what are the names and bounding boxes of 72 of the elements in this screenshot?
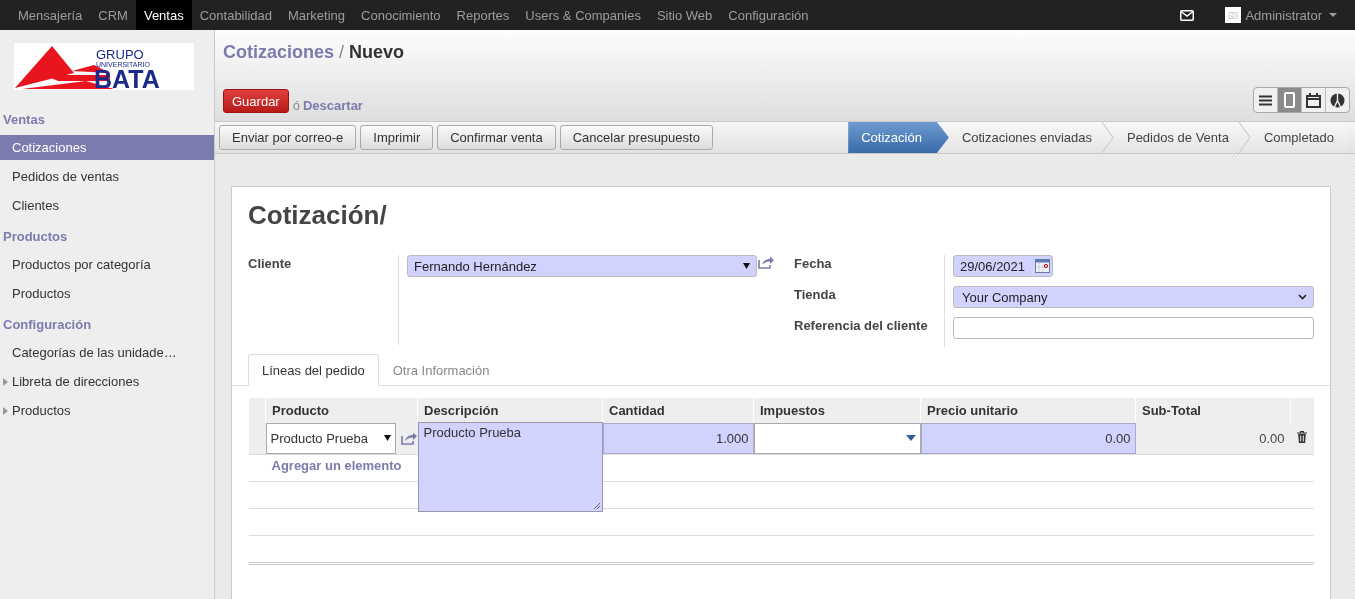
menu-tab[interactable]: Ventas: [135, 0, 192, 30]
or-text: ó: [292, 98, 300, 113]
action-button[interactable]: Confirmar venta: [437, 125, 556, 150]
column-header: Producto: [265, 398, 418, 422]
chevron-down-icon[interactable]: [1298, 294, 1307, 300]
form-tab[interactable]: Otra Información: [378, 354, 504, 386]
sidebar-heading: Configuración: [2, 316, 93, 334]
action-button[interactable]: Cancelar presupuesto: [559, 125, 713, 150]
input-field[interactable]: [953, 317, 1314, 339]
dropdown-arrow-icon[interactable]: [905, 435, 916, 441]
sidebar-item[interactable]: Productos por categoría: [0, 250, 214, 279]
table-cell: 0.00: [1135, 422, 1291, 455]
dropdown-arrow-icon[interactable]: [383, 435, 391, 441]
sidebar-item[interactable]: Pedidos de ventas: [0, 162, 214, 191]
description-field[interactable]: Producto Prueba: [417, 422, 603, 512]
add-item-link[interactable]: Agregar un elemento: [265, 455, 418, 473]
trash-icon[interactable]: [1297, 430, 1307, 443]
quantity-field[interactable]: 1.000: [602, 422, 754, 454]
sidebar-item[interactable]: Productos: [0, 279, 214, 308]
dropdown-arrow-icon[interactable]: [743, 263, 750, 269]
menu-tab[interactable]: Users & Companies: [517, 0, 649, 30]
calendar-icon[interactable]: [1306, 92, 1321, 108]
sidebar-item[interactable]: Categorías de las unidade…: [0, 338, 214, 367]
logo-text: GRUPO: [96, 47, 144, 62]
customer-field[interactable]: Fernando Hernández: [407, 255, 757, 277]
form-tab[interactable]: Líneas del pedido: [248, 354, 379, 386]
menu-tab[interactable]: Conocimiento: [353, 0, 449, 30]
price-field[interactable]: 0.00: [920, 422, 1136, 454]
product-field[interactable]: Producto Prueba: [265, 422, 396, 454]
sidebar-item[interactable]: Productos: [0, 396, 214, 425]
mail-icon[interactable]: [1180, 9, 1195, 21]
field-label: Tienda: [794, 286, 837, 304]
column-header: Cantidad: [602, 398, 754, 422]
external-link-icon[interactable]: [757, 255, 774, 270]
breadcrumb-link[interactable]: Cotizaciones: [223, 42, 335, 62]
menu-tab[interactable]: Configuración: [720, 0, 817, 30]
tax-field[interactable]: [753, 422, 921, 454]
list-view-icon[interactable]: [1259, 94, 1272, 106]
column-header: Descripción: [417, 398, 603, 422]
menu-tab[interactable]: Contabilidad: [191, 0, 280, 30]
breadcrumb-current: Nuevo: [349, 42, 405, 62]
column-header: Impuestos: [753, 398, 921, 422]
sidebar-heading: Productos: [2, 228, 69, 246]
sidebar-item[interactable]: Libreta de direcciones: [0, 367, 214, 396]
external-link-icon[interactable]: [399, 430, 417, 446]
action-button[interactable]: Imprimir: [360, 125, 434, 150]
action-button[interactable]: Enviar por correo-e: [219, 125, 357, 150]
menu-tab[interactable]: Reportes: [448, 0, 518, 30]
menu-tab[interactable]: Sitio Web: [648, 0, 721, 30]
field-label: Cliente: [248, 255, 293, 273]
sidebar-item[interactable]: Cotizaciones: [0, 135, 214, 160]
select-field[interactable]: Your Company: [953, 286, 1314, 308]
date-field[interactable]: 29/06/2021: [953, 255, 1053, 277]
user-name[interactable]: Administrator: [1245, 7, 1322, 23]
view-switch-button[interactable]: [1278, 88, 1302, 112]
field-label: Referencia del cliente: [794, 317, 929, 335]
caret-icon[interactable]: [1329, 13, 1337, 17]
form-view-icon[interactable]: [1284, 92, 1295, 108]
sidebar-item[interactable]: Clientes: [0, 191, 214, 220]
column-header: Precio unitario: [920, 398, 1136, 422]
record-title: Cotización/: [248, 200, 388, 230]
save-button[interactable]: Guardar: [223, 89, 289, 113]
stage-step[interactable]: Cotización: [848, 122, 949, 153]
resize-grip-icon[interactable]: [592, 502, 601, 510]
calendar-icon[interactable]: [1035, 259, 1050, 273]
menu-tab[interactable]: CRM: [90, 0, 136, 30]
column-header: Sub-Total: [1135, 398, 1291, 422]
sidebar-heading: Ventas: [2, 111, 46, 129]
menu-tab[interactable]: Mensajería: [10, 0, 91, 30]
field-label: Fecha: [794, 255, 833, 273]
menu-tab[interactable]: Marketing: [279, 0, 354, 30]
breadcrumb-separator: /: [339, 42, 345, 62]
